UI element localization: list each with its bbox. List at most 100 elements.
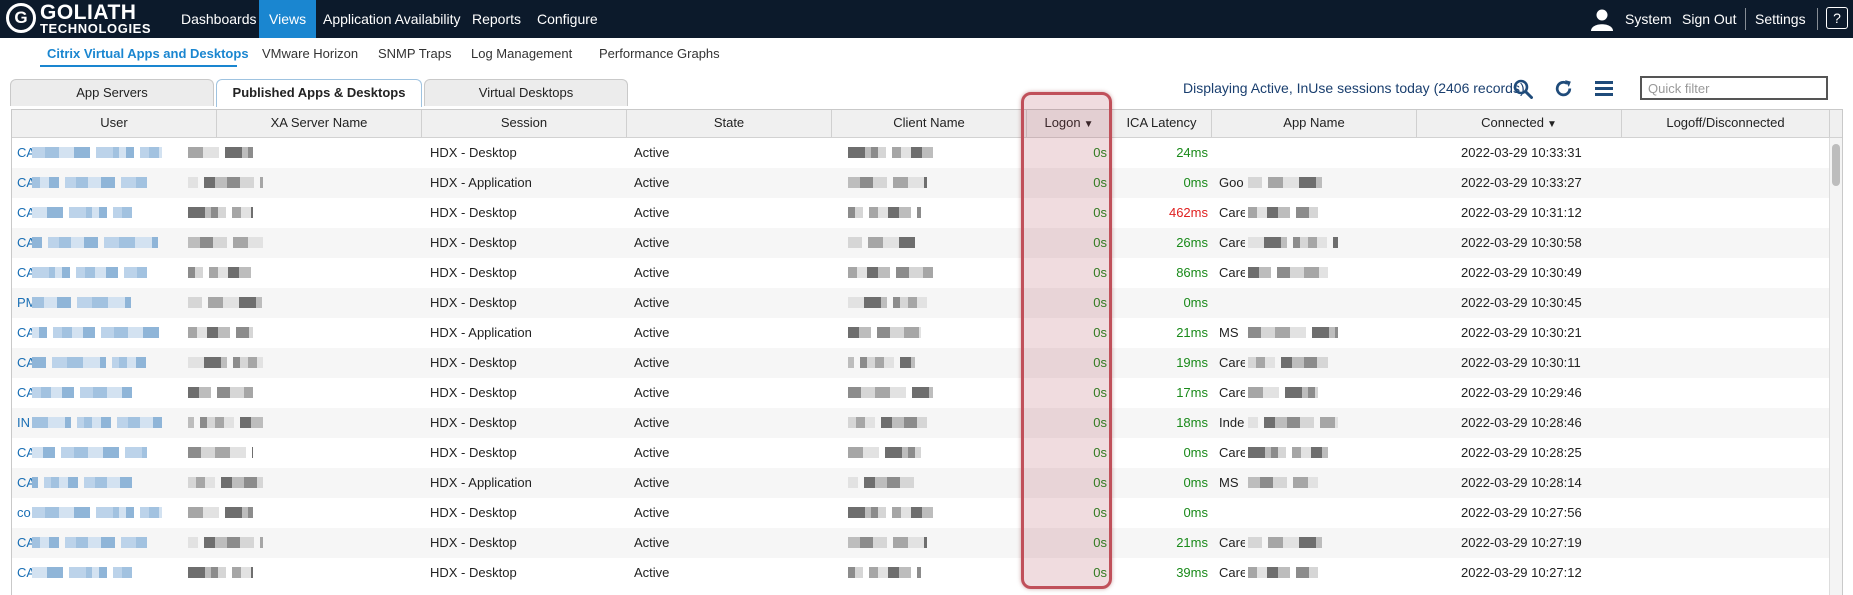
redacted-user-name (32, 387, 41, 398)
subnav-active-underline (40, 65, 237, 67)
redacted-server-name (248, 357, 257, 368)
table-row[interactable]: CA HDX - Desktop Active 0s 26ms Care 2022-03-2… (12, 228, 1830, 258)
nav-reports[interactable]: Reports (462, 0, 531, 38)
grid-header-row: User XA Server Name Session State Client… (12, 110, 1842, 138)
table-row[interactable]: co HDX - Desktop Active 0s 0ms 2022-03-29 10:… (12, 498, 1830, 528)
table-row[interactable]: CA HDX - Desktop Active 0s 462ms Care 2022-03-… (12, 198, 1830, 228)
subnav-log-management[interactable]: Log Management (471, 46, 572, 61)
redacted-user-name (43, 447, 55, 458)
user-icon[interactable] (1590, 7, 1614, 31)
redacted-server-name (188, 537, 198, 548)
subnav-snmp-traps[interactable]: SNMP Traps (378, 46, 451, 61)
table-row[interactable]: CA HDX - Desktop Active 0s 0ms Care 2022-03-29… (12, 438, 1830, 468)
redacted-user-name (62, 267, 70, 278)
redacted-user-name (67, 357, 83, 368)
redacted-user-name (120, 477, 132, 488)
redacted-app-name (1264, 417, 1275, 428)
tab-app-servers[interactable]: App Servers (10, 79, 214, 106)
nav-views[interactable]: Views (259, 0, 317, 38)
redacted-server-name (188, 417, 194, 428)
redacted-user-name (59, 477, 68, 488)
cell-session: HDX - Desktop (430, 385, 517, 400)
redacted-app-name (1275, 417, 1287, 428)
redacted-client-name (878, 567, 888, 578)
user-name-link[interactable]: System (1625, 0, 1672, 38)
sign-out-link[interactable]: Sign Out (1682, 0, 1736, 38)
cell-ica-latency: 17ms (1176, 385, 1208, 400)
redacted-client-name (861, 387, 875, 398)
help-icon[interactable]: ? (1826, 7, 1848, 29)
col-header-logon[interactable]: Logon ▼ (1027, 110, 1112, 137)
nav-configure[interactable]: Configure (527, 0, 608, 38)
cell-logoff (1627, 408, 1817, 438)
table-row[interactable]: CA HDX - Desktop Active 0s 24ms 2022-03-29 10… (12, 138, 1830, 168)
table-row[interactable]: CA HDX - Application Active 0s 0ms MS 2022-03-… (12, 468, 1830, 498)
table-row[interactable]: IN HDX - Desktop Active 0s 18ms Inde 2022-03-2… (12, 408, 1830, 438)
col-header-session[interactable]: Session (422, 110, 627, 137)
cell-connected: 2022-03-29 10:27:12 (1461, 565, 1582, 580)
table-row[interactable]: CA HDX - Application Active 0s 0ms Goo 2022-03… (12, 168, 1830, 198)
redacted-server-name (244, 387, 253, 398)
table-row[interactable]: CA HDX - Desktop Active 0s 86ms Care 2022-03-2… (12, 258, 1830, 288)
redacted-user-name (74, 147, 90, 158)
col-header-state[interactable]: State (627, 110, 832, 137)
cell-logoff (1627, 258, 1817, 288)
redacted-server-name (207, 327, 218, 338)
redacted-server-name (196, 477, 205, 488)
vertical-scrollbar[interactable] (1829, 138, 1842, 595)
cell-state: Active (634, 385, 670, 400)
table-row[interactable]: CA HDX - Desktop Active 0s 17ms Care 2022-03-2… (12, 378, 1830, 408)
redacted-client-name (924, 177, 927, 188)
search-icon[interactable] (1513, 79, 1533, 99)
redacted-user-name (40, 177, 49, 188)
nav-application-availability[interactable]: Application Availability (313, 0, 471, 38)
quick-filter-input[interactable] (1640, 76, 1828, 100)
cell-connected: 2022-03-29 10:31:12 (1461, 205, 1582, 220)
redacted-client-name (893, 297, 900, 308)
menu-icon[interactable] (1595, 80, 1613, 97)
cell-app-name (1219, 498, 1245, 528)
col-header-xa-server[interactable]: XA Server Name (217, 110, 422, 137)
col-header-app-name[interactable]: App Name (1212, 110, 1417, 137)
refresh-icon[interactable] (1553, 78, 1574, 99)
col-header-user[interactable]: User (12, 110, 217, 137)
redacted-user-name (100, 357, 106, 368)
table-row[interactable]: CA HDX - Desktop Active 0s 39ms Care 2022-03-2… (12, 558, 1830, 588)
redacted-user-name (76, 177, 88, 188)
cell-ica-latency: 0ms (1183, 295, 1208, 310)
cell-logon: 0s (1093, 415, 1107, 430)
redacted-client-name (911, 147, 922, 158)
redacted-client-name (909, 267, 923, 278)
redacted-server-name (218, 327, 230, 338)
redacted-user-name (44, 297, 57, 308)
col-header-logoff-disconnected[interactable]: Logoff/Disconnected (1622, 110, 1830, 137)
subnav-performance-graphs[interactable]: Performance Graphs (599, 46, 720, 61)
settings-link[interactable]: Settings (1755, 0, 1806, 38)
redacted-user-name (59, 507, 74, 518)
redacted-server-name (208, 297, 223, 308)
table-row[interactable]: CA HDX - Application Active 0s 21ms MS 2022-03… (12, 318, 1830, 348)
redacted-user-name (121, 537, 136, 548)
table-row[interactable]: PM HDX - Desktop Active 0s 0ms 2022-03-29 10:… (12, 288, 1830, 318)
tab-virtual-desktops[interactable]: Virtual Desktops (424, 79, 628, 106)
subnav-citrix[interactable]: Citrix Virtual Apps and Desktops (47, 46, 249, 61)
nav-dashboards[interactable]: Dashboards (171, 0, 267, 38)
redacted-user-name (92, 297, 108, 308)
goliath-logo[interactable]: G GOLIATH TECHNOLOGIES (6, 1, 156, 36)
redacted-user-name (136, 357, 146, 368)
col-header-connected[interactable]: Connected ▼ (1417, 110, 1622, 137)
col-header-ica-latency[interactable]: ICA Latency (1112, 110, 1212, 137)
col-header-client-name[interactable]: Client Name (832, 110, 1027, 137)
redacted-server-name (204, 537, 215, 548)
redacted-user-name (77, 417, 84, 428)
cell-session: HDX - Desktop (430, 535, 517, 550)
redacted-app-name (1268, 177, 1283, 188)
subnav-vmware-horizon[interactable]: VMware Horizon (262, 46, 358, 61)
redacted-app-name (1293, 237, 1300, 248)
redacted-client-name (917, 567, 921, 578)
scrollbar-thumb[interactable] (1832, 144, 1840, 186)
table-row[interactable]: CA HDX - Desktop Active 0s 19ms Care 2022-03-2… (12, 348, 1830, 378)
redacted-client-name (890, 387, 906, 398)
tab-published-apps-desktops[interactable]: Published Apps & Desktops (216, 79, 422, 107)
table-row[interactable]: CA HDX - Desktop Active 0s 21ms Care 2022-03-2… (12, 528, 1830, 558)
